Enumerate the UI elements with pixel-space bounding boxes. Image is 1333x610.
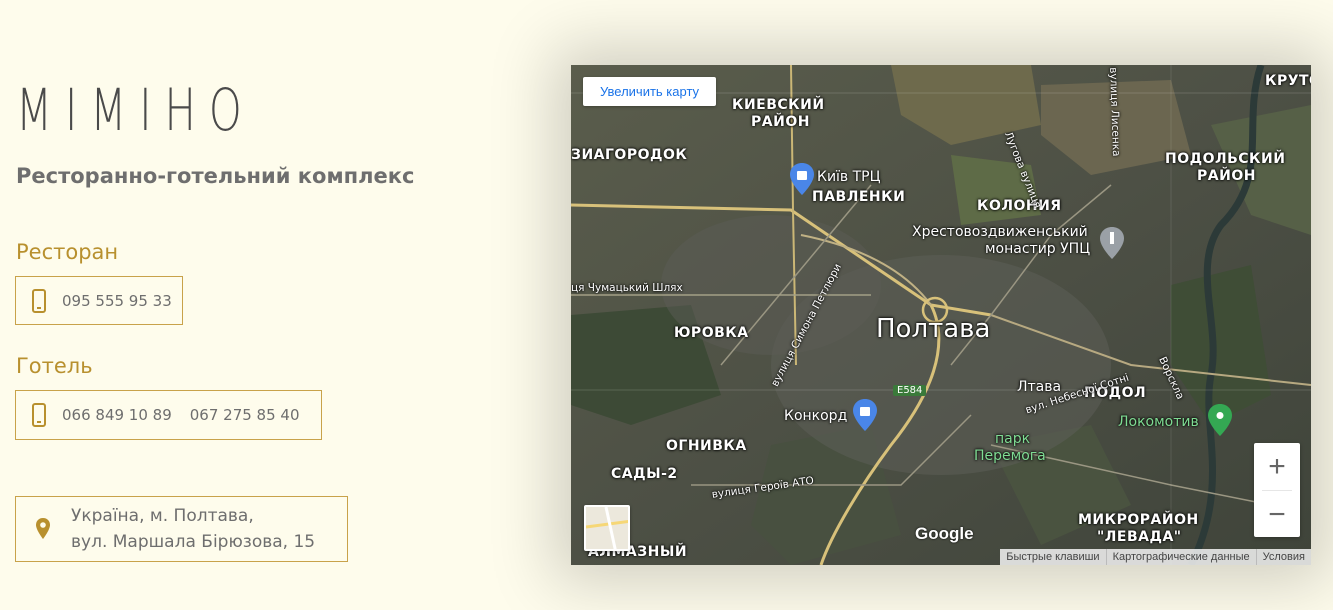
google-logo: Google	[915, 524, 974, 543]
zoom-control: + −	[1254, 443, 1300, 537]
phone-icon	[32, 403, 46, 427]
church-pin-icon[interactable]	[1099, 226, 1125, 260]
map-label-kruto: КРУТО	[1265, 73, 1311, 89]
map-label-sady2: САДЫ-2	[611, 466, 678, 482]
brand-logo: MIMIHO	[16, 76, 255, 144]
hotel-phone-link-2[interactable]: 067 275 85 40	[190, 406, 300, 424]
map-label-zvyagorodok: ЗИАГОРОДОК	[571, 147, 688, 163]
enlarge-map-button[interactable]: Увеличить карту	[583, 77, 717, 106]
map-label-levada-1: МИКРОРАЙОН	[1078, 512, 1199, 528]
park-pin-icon[interactable]	[1207, 403, 1233, 437]
restaurant-title: Ресторан	[16, 240, 119, 264]
map-label-ltava: Лтава	[1017, 379, 1062, 395]
map-label-kievsky: КИЕВСКИЙ	[732, 97, 825, 113]
map-label-podolsky: ПОДОЛЬСКИЙ	[1165, 151, 1286, 167]
map-label-podolsky-rayon: РАЙОН	[1197, 168, 1256, 184]
page-subtitle: Ресторанно-готельний комплекс	[16, 164, 415, 188]
map-attribution: Быстрые клавиши Картографические данные …	[1000, 549, 1311, 565]
phone-icon	[32, 288, 46, 313]
map-label-monastery-2: монастир УПЦ	[985, 241, 1091, 257]
shortcuts-link[interactable]: Быстрые клавиши	[1000, 549, 1105, 565]
map-label-koloniya: КОЛОНИЯ	[977, 198, 1062, 214]
map-label-pavlenki: ПАВЛЕНКИ	[812, 189, 906, 205]
terms-link[interactable]: Условия	[1255, 549, 1311, 565]
map-label-levada-2: "ЛЕВАДА"	[1097, 529, 1182, 545]
map-label-monastery-1: Хрестовоздвиженський	[912, 224, 1088, 240]
map-label-konkord: Конкорд	[784, 408, 848, 424]
map-label-kyiv-trc: Київ ТРЦ	[817, 169, 881, 185]
map-layer-icon	[586, 507, 628, 549]
map-label-poltava: Полтава	[876, 314, 991, 344]
map-label-park: парк	[995, 431, 1031, 447]
map-layer-toggle[interactable]	[584, 505, 630, 551]
hotel-phone-link-1[interactable]: 066 849 10 89	[62, 406, 172, 424]
road-badge-e584: E584	[893, 385, 927, 396]
zoom-out-button[interactable]: −	[1254, 491, 1300, 538]
hotel-title: Готель	[16, 354, 93, 378]
restaurant-phone-box: 095 555 95 33	[15, 276, 183, 325]
address-box: Україна, м. Полтава, вул. Маршала Бірюзо…	[15, 496, 348, 562]
location-pin-icon	[36, 518, 50, 539]
shopping-pin-icon-2[interactable]	[852, 398, 878, 432]
map-label-chumatsky: ця Чумацький Шлях	[571, 282, 683, 294]
map-label-ognivka: ОГНИВКА	[666, 438, 747, 454]
map-data-link[interactable]: Картографические данные	[1105, 549, 1256, 565]
restaurant-phone-link[interactable]: 095 555 95 33	[62, 292, 172, 310]
map-label-kievsky-rayon: РАЙОН	[751, 114, 810, 130]
map-label-lokomotiv: Локомотив	[1118, 414, 1199, 430]
map-embed[interactable]: КИЕВСКИЙ РАЙОН КРУТО ПОДОЛЬСКИЙ РАЙОН ЗИ…	[571, 65, 1311, 565]
address-text: Україна, м. Полтава, вул. Маршала Бірюзо…	[71, 503, 315, 555]
address-line-2: вул. Маршала Бірюзова, 15	[71, 532, 316, 552]
map-label-yurovka: ЮРОВКА	[674, 325, 749, 341]
address-line-1: Україна, м. Полтава,	[71, 506, 254, 526]
hotel-phone-box: 066 849 10 89 067 275 85 40	[15, 390, 322, 440]
zoom-in-button[interactable]: +	[1254, 443, 1300, 490]
map-label-peremoga: Перемога	[974, 448, 1046, 464]
